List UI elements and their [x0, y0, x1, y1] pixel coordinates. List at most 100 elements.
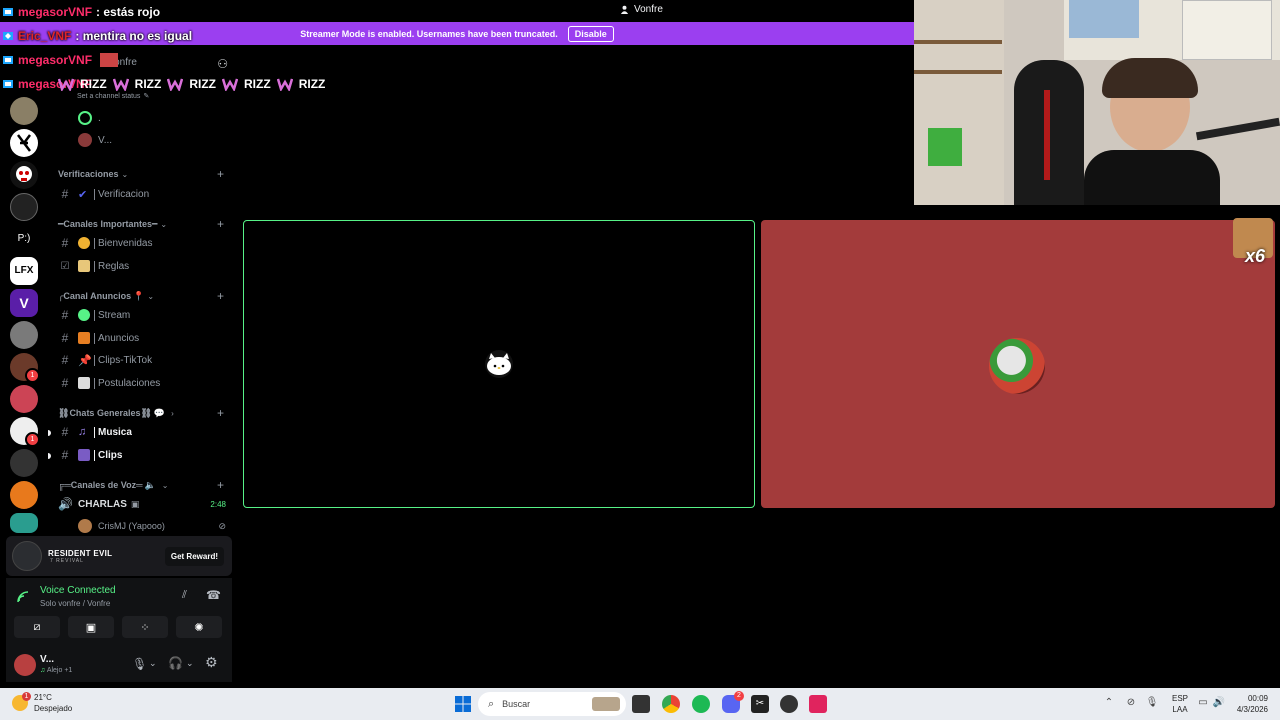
voice-member[interactable]: V...: [48, 130, 236, 150]
file-explorer-icon[interactable]: [632, 695, 650, 713]
taskbar-search[interactable]: ⌕ Buscar: [478, 692, 626, 716]
server-icon[interactable]: V: [10, 289, 38, 317]
chevron-down-icon[interactable]: ⌄: [149, 658, 157, 669]
category-importantes[interactable]: ━ Canales Importantes ━ ⌄ +: [48, 214, 236, 234]
avatar: [989, 338, 1045, 394]
activities-button[interactable]: ⁘: [122, 616, 168, 638]
muted-icon: ⊘: [218, 520, 226, 531]
category-verificaciones[interactable]: Verificaciones ⌄ +: [48, 164, 236, 184]
server-icon[interactable]: [10, 385, 38, 413]
volume-icon[interactable]: 🔊: [1212, 697, 1226, 711]
divider: [94, 426, 95, 438]
spotify-icon[interactable]: [692, 695, 710, 713]
soundboard-button[interactable]: ✺: [176, 616, 222, 638]
category-generales[interactable]: ⛓ Chats Generales ⛓ 💬 › +: [48, 403, 236, 423]
tiktok-icon[interactable]: [809, 695, 827, 713]
server-icon[interactable]: [10, 449, 38, 477]
avatar[interactable]: [14, 654, 36, 676]
noise-suppression-icon[interactable]: ⫽: [182, 589, 187, 602]
headphones-icon[interactable]: 🎧: [168, 656, 183, 670]
gear-icon[interactable]: ⚙: [205, 654, 218, 671]
taskbar: 1 21°C Despejado ⌕ Buscar 2 ✂ ⌃ ⊘ 🎙 ESP …: [0, 688, 1280, 720]
chevron-down-icon: ⌄: [161, 480, 169, 490]
voice-status-title: Voice Connected: [40, 585, 116, 596]
voice-channel-charlas[interactable]: 🔊 CHARLAS ▣ 2:48: [48, 494, 236, 514]
signal-icon: [17, 591, 29, 603]
add-channel-icon[interactable]: +: [217, 289, 224, 303]
chrome-icon[interactable]: [662, 695, 680, 713]
server-icon[interactable]: [10, 97, 38, 125]
channel-list: Vonfre Set a channel status ✎ ⚇ . V... V…: [48, 45, 236, 535]
channel-clips-tiktok[interactable]: # 📌 Clips-TikTok: [48, 350, 236, 370]
obs-icon[interactable]: [780, 695, 798, 713]
participant-tile[interactable]: x6: [761, 218, 1275, 508]
clock[interactable]: 00:09 4/3/2026: [1237, 693, 1268, 715]
divider: [94, 377, 95, 389]
add-channel-icon[interactable]: +: [217, 167, 224, 181]
add-channel-icon[interactable]: +: [217, 478, 224, 492]
hash-icon: #: [61, 187, 69, 201]
hash-icon: #: [61, 353, 69, 367]
rules-icon: ☑: [60, 260, 70, 272]
get-reward-button[interactable]: Get Reward!: [164, 546, 224, 566]
category-suffix: ━: [151, 218, 158, 229]
voice-member[interactable]: .: [48, 108, 236, 128]
add-channel-icon[interactable]: +: [217, 217, 224, 231]
shelf: [914, 0, 1004, 205]
server-icon[interactable]: [10, 129, 38, 157]
server-icon[interactable]: [10, 193, 38, 221]
language-indicator[interactable]: ESP LAA: [1172, 693, 1188, 715]
disable-button[interactable]: Disable: [567, 25, 614, 42]
server-icon[interactable]: LFX: [10, 257, 38, 285]
chat-message: : estás rojo: [96, 5, 161, 19]
chevron-up-icon[interactable]: ⌃: [1102, 697, 1116, 711]
capcut-icon[interactable]: ✂: [751, 695, 769, 713]
camera-button[interactable]: ⧄: [14, 616, 60, 638]
w-emote-icon: [112, 78, 129, 91]
chevron-down-icon[interactable]: ⌄: [186, 658, 194, 669]
monitor-icon[interactable]: ▭: [1196, 697, 1210, 711]
server-icon[interactable]: [10, 513, 38, 533]
channel-stream[interactable]: # Stream: [48, 305, 236, 325]
voice-member[interactable]: CrisMJ (Yapooo) ⊘: [48, 516, 236, 535]
discord-icon[interactable]: 2: [722, 691, 744, 713]
disconnect-icon[interactable]: ☎: [206, 588, 221, 602]
category-anuncios[interactable]: ╭ Canal Anuncios 📍 ⌄ +: [48, 286, 236, 306]
hash-icon: #: [61, 425, 69, 439]
chat-message: : mentira no es igual: [75, 29, 193, 43]
screen-share-icon: ▣: [85, 621, 97, 634]
windows-start-icon[interactable]: [455, 696, 471, 712]
channel-anuncios[interactable]: # Anuncios: [48, 328, 236, 348]
server-icon[interactable]: [10, 481, 38, 509]
user-panel: V... ♫ Alejo +1 🎙 ⌄ 🎧 ⌄ ⚙: [6, 648, 232, 682]
channel-postulaciones[interactable]: # Postulaciones: [48, 373, 236, 393]
server-icon[interactable]: [10, 321, 38, 349]
server-icon[interactable]: [10, 161, 38, 189]
weather-widget[interactable]: 1 21°C Despejado: [12, 692, 72, 714]
divider: [94, 332, 95, 344]
participant-tile-speaking[interactable]: [243, 220, 755, 508]
server-icon[interactable]: P:): [10, 225, 38, 253]
channel-reglas[interactable]: ☑ Reglas: [48, 256, 236, 276]
add-channel-icon[interactable]: +: [217, 406, 224, 420]
shelf: [914, 40, 1002, 44]
screen-share-button[interactable]: ▣: [68, 616, 114, 638]
add-member-icon[interactable]: ⚇: [217, 57, 228, 71]
category-voz[interactable]: ╔═ Canales de Voz ═ 🔈 ⌄ +: [48, 475, 236, 495]
channel-verificacion[interactable]: # ✔ Verificacion: [48, 184, 236, 204]
server-icon[interactable]: 1: [10, 353, 40, 383]
hash-icon: #: [61, 376, 69, 390]
server-icon[interactable]: 1: [10, 417, 40, 447]
badge-icon: [3, 32, 13, 40]
network-off-icon[interactable]: ⊘: [1124, 697, 1138, 711]
hello-kitty-avatar: [485, 350, 513, 378]
weather-description: Despejado: [34, 704, 73, 713]
microphone-icon[interactable]: 🎙: [132, 657, 147, 671]
banner-text: Streamer Mode is enabled. Usernames have…: [300, 28, 558, 39]
channel-status-hint[interactable]: Set a channel status ✎: [48, 91, 236, 101]
channel-musica[interactable]: # ♫ Musica: [48, 422, 236, 442]
channel-clips[interactable]: # Clips: [48, 445, 236, 465]
wave-icon: [78, 237, 90, 249]
channel-bienvenidas[interactable]: # Bienvenidas: [48, 233, 236, 253]
microphone-icon[interactable]: 🎙: [1145, 697, 1159, 711]
